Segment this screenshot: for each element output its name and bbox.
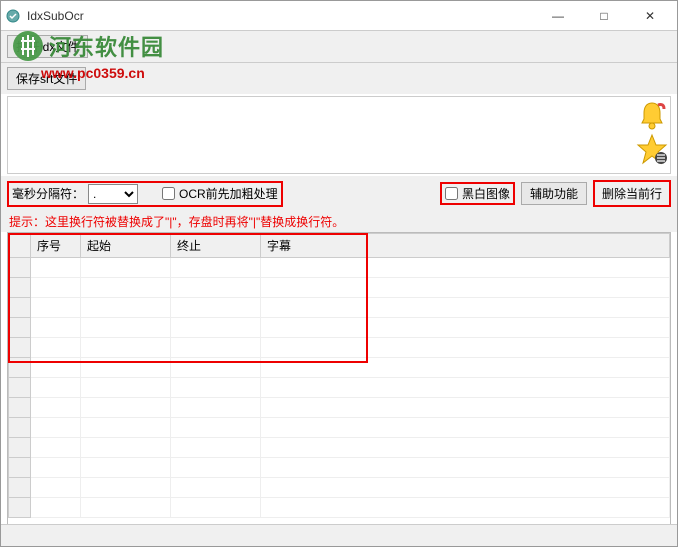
bw-image-group: 黑白图像 <box>440 182 515 205</box>
watermark-url: www.pc0359.cn <box>41 65 164 81</box>
watermark-overlay: 河东软件园 www.pc0359.cn <box>11 29 164 81</box>
table-row <box>9 358 670 378</box>
table-row <box>9 478 670 498</box>
separator-ocr-group: 毫秒分隔符： . OCR前先加粗处理 <box>7 181 283 207</box>
table-row <box>9 298 670 318</box>
ocr-bold-label: OCR前先加粗处理 <box>179 185 278 202</box>
star-icon[interactable] <box>636 133 668 165</box>
col-header-seq[interactable]: 序号 <box>31 234 81 258</box>
subtitle-grid[interactable]: 序号 起始 终止 字幕 <box>8 233 670 518</box>
table-row <box>9 378 670 398</box>
bw-image-checkbox[interactable] <box>445 187 458 200</box>
separator-select[interactable]: . <box>88 184 138 204</box>
grid-body <box>9 258 670 518</box>
col-header-end[interactable]: 终止 <box>171 234 261 258</box>
separator-label: 毫秒分隔符： <box>12 185 84 202</box>
minimize-button[interactable]: — <box>535 1 581 31</box>
table-row <box>9 318 670 338</box>
col-header-sub[interactable]: 字幕 <box>261 234 670 258</box>
window-title: IdxSubOcr <box>27 9 535 23</box>
grid-corner[interactable] <box>9 234 31 258</box>
table-row <box>9 498 670 518</box>
watermark-site-name: 河东软件园 <box>49 30 164 62</box>
watermark-logo-icon <box>11 29 45 63</box>
app-icon <box>5 8 21 24</box>
bell-icon[interactable] <box>636 99 668 131</box>
table-row <box>9 418 670 438</box>
aux-func-button[interactable]: 辅助功能 <box>521 182 587 205</box>
window-controls: — □ ✕ <box>535 1 673 31</box>
table-row <box>9 278 670 298</box>
subtitle-grid-wrap: 序号 起始 终止 字幕 <box>7 232 671 534</box>
delete-row-group: 删除当前行 <box>593 180 671 207</box>
delete-row-button[interactable]: 删除当前行 <box>598 183 666 204</box>
table-row <box>9 438 670 458</box>
table-row <box>9 258 670 278</box>
col-header-start[interactable]: 起始 <box>81 234 171 258</box>
table-row <box>9 458 670 478</box>
maximize-button[interactable]: □ <box>581 1 627 31</box>
hint-text: 提示：这里换行符被替换成了"|"，存盘时再将"|"替换成换行符。 <box>1 211 677 232</box>
bw-image-label: 黑白图像 <box>462 185 510 202</box>
statusbar <box>1 524 677 546</box>
close-button[interactable]: ✕ <box>627 1 673 31</box>
ocr-bold-checkbox[interactable] <box>162 187 175 200</box>
table-row <box>9 398 670 418</box>
preview-area <box>7 96 671 174</box>
table-row <box>9 338 670 358</box>
titlebar: IdxSubOcr — □ ✕ <box>1 1 677 31</box>
options-row: 毫秒分隔符： . OCR前先加粗处理 黑白图像 辅助功能 删除当前行 <box>1 176 677 211</box>
